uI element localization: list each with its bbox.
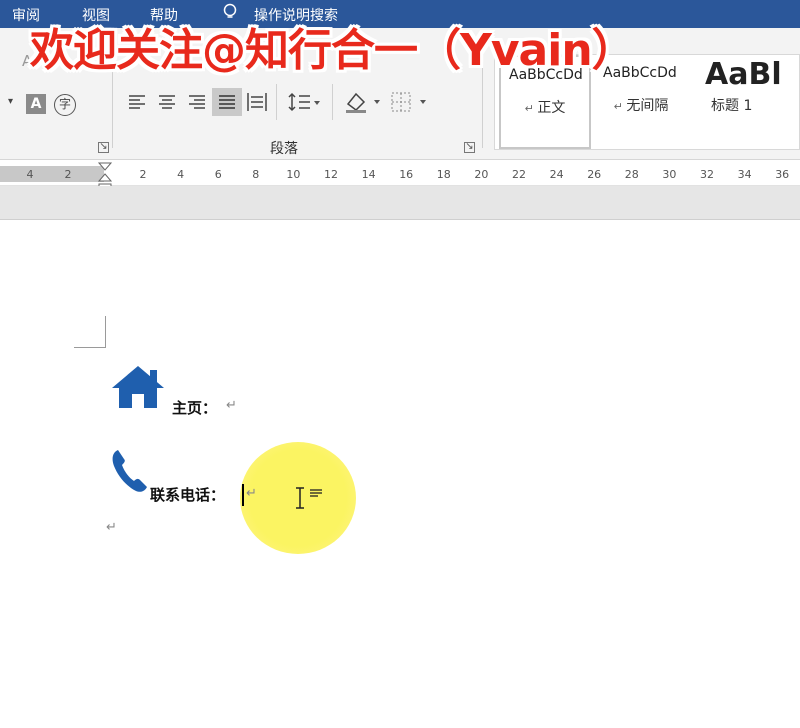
ruler-tick: 34 (737, 168, 752, 181)
document-page[interactable]: 主页： ↵ 联系电话： ↵ (0, 220, 800, 728)
align-center-icon[interactable] (158, 94, 176, 114)
ruler-tick: 14 (361, 168, 376, 181)
char-shading-icon[interactable]: A (26, 94, 46, 114)
ruler-tick: 20 (474, 168, 489, 181)
enclosed-char-icon[interactable]: 字 (54, 94, 76, 116)
phone-icon[interactable] (110, 448, 148, 498)
ruler-tick: 6 (214, 168, 222, 181)
distributed-align-icon[interactable] (246, 92, 268, 116)
paragraph-group-label: 段落 (270, 141, 298, 157)
ruler-tick: 12 (324, 168, 338, 181)
font-dialog-launcher[interactable]: ↘ (98, 142, 109, 153)
ruler-tick: 32 (700, 168, 714, 181)
ruler-tick: 18 (436, 168, 451, 181)
ruler-tick: 16 (399, 168, 414, 181)
homepage-label: 主页： (172, 399, 218, 417)
home-icon[interactable] (110, 364, 166, 414)
paragraph-mark: ↵ (226, 398, 237, 413)
align-right-icon[interactable] (188, 94, 206, 114)
paragraph-dialog-launcher[interactable]: ↘ (464, 142, 475, 153)
align-left-icon[interactable] (128, 94, 146, 114)
ruler-tick: 26 (587, 168, 602, 181)
ruler-tick: 30 (662, 168, 677, 181)
style-heading-1[interactable]: AaBl 标题 1 (691, 55, 799, 149)
ruler-tick: 10 (286, 168, 301, 181)
text-caret (242, 484, 244, 506)
group-separator (276, 84, 277, 120)
margin-corner-mark (74, 316, 106, 348)
ibeam-cursor-icon (292, 486, 326, 516)
ruler-tick: 2 (139, 168, 147, 181)
ruler-tick: 36 (775, 168, 790, 181)
justify-button[interactable] (212, 88, 242, 116)
paragraph-mark: ↵ (246, 486, 257, 501)
ruler-tick: 28 (624, 168, 639, 181)
ruler-tick: 2 (64, 168, 72, 181)
shading-icon[interactable] (344, 90, 384, 118)
watermark-overlay: 欢迎关注@知行合一（Yvain） (30, 25, 636, 76)
phone-label: 联系电话： (150, 486, 226, 504)
paragraph-mark: ↵ (106, 520, 117, 535)
chevron-down-icon[interactable]: ▾ (8, 96, 13, 107)
ruler-tick: 22 (512, 168, 526, 181)
borders-icon[interactable] (390, 90, 430, 118)
ruler-tick: 24 (549, 168, 564, 181)
ruler-tick: 4 (26, 168, 34, 181)
horizontal-ruler[interactable]: 4 2 2 4 6 8 10 12 14 16 18 20 22 24 26 28 30 32 34 36 (0, 160, 800, 193)
ruler-spacer (0, 186, 800, 220)
group-separator (332, 84, 333, 120)
ruler-tick: 4 (177, 168, 185, 181)
line-spacing-icon[interactable] (288, 92, 322, 116)
ruler-tick: 8 (252, 168, 260, 181)
